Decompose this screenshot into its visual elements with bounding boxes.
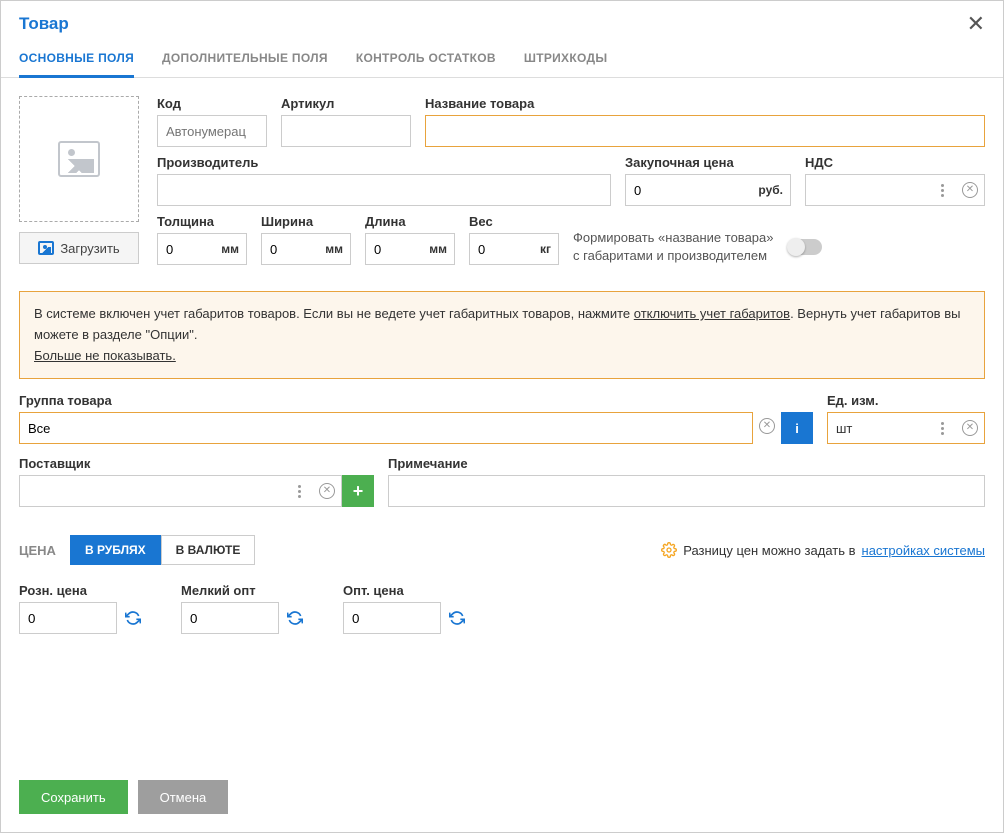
width-label: Ширина — [261, 214, 351, 229]
wholesale-input[interactable] — [343, 602, 441, 634]
tab-extra-fields[interactable]: ДОПОЛНИТЕЛЬНЫЕ ПОЛЯ — [162, 51, 328, 77]
group-label: Группа товара — [19, 393, 813, 408]
group-clear-icon[interactable]: ✕ — [753, 412, 781, 440]
upload-button[interactable]: Загрузить — [19, 232, 139, 264]
retail-input[interactable] — [19, 602, 117, 634]
small-wholesale-input[interactable] — [181, 602, 279, 634]
warning-banner: В системе включен учет габаритов товаров… — [19, 291, 985, 379]
thickness-label: Толщина — [157, 214, 247, 229]
weight-label: Вес — [469, 214, 559, 229]
length-label: Длина — [365, 214, 455, 229]
nds-clear-icon[interactable]: ✕ — [956, 176, 984, 204]
code-input[interactable] — [157, 115, 267, 147]
nds-select[interactable]: ✕ — [805, 174, 985, 206]
unit-label: Ед. изм. — [827, 393, 985, 408]
system-settings-link[interactable]: настройках системы — [862, 543, 985, 558]
small-wholesale-refresh-icon[interactable] — [287, 610, 303, 626]
tabs: ОСНОВНЫЕ ПОЛЯ ДОПОЛНИТЕЛЬНЫЕ ПОЛЯ КОНТРО… — [1, 37, 1003, 78]
supplier-label: Поставщик — [19, 456, 374, 471]
image-placeholder[interactable] — [19, 96, 139, 222]
tab-barcodes[interactable]: ШТРИХКОДЫ — [524, 51, 608, 77]
supplier-more-icon[interactable] — [285, 477, 313, 505]
unit-select[interactable]: шт ✕ — [827, 412, 985, 444]
price-tab-rub[interactable]: В РУБЛЯХ — [70, 535, 161, 565]
manufacturer-input[interactable] — [157, 174, 611, 206]
price-tab-currency[interactable]: В ВАЛЮТЕ — [161, 535, 256, 565]
gear-icon — [661, 542, 677, 558]
unit-more-icon[interactable] — [928, 414, 956, 442]
cancel-button[interactable]: Отмена — [138, 780, 229, 814]
name-label: Название товара — [425, 96, 985, 111]
supplier-clear-icon[interactable]: ✕ — [313, 477, 341, 505]
dimensions-toggle[interactable] — [788, 239, 822, 255]
add-supplier-button[interactable]: + — [342, 475, 374, 507]
nds-more-icon[interactable] — [928, 176, 956, 204]
manufacturer-label: Производитель — [157, 155, 611, 170]
name-input[interactable] — [425, 115, 985, 147]
retail-label: Розн. цена — [19, 583, 141, 598]
note-input[interactable] — [388, 475, 985, 507]
wholesale-label: Опт. цена — [343, 583, 465, 598]
unit-clear-icon[interactable]: ✕ — [956, 414, 984, 442]
close-icon[interactable]: ✕ — [967, 11, 985, 37]
group-input[interactable] — [19, 412, 753, 444]
image-icon — [58, 141, 100, 177]
article-input[interactable] — [281, 115, 411, 147]
save-button[interactable]: Сохранить — [19, 780, 128, 814]
note-label: Примечание — [388, 456, 985, 471]
retail-refresh-icon[interactable] — [125, 610, 141, 626]
purchase-label: Закупочная цена — [625, 155, 791, 170]
nds-label: НДС — [805, 155, 985, 170]
wholesale-refresh-icon[interactable] — [449, 610, 465, 626]
upload-icon — [38, 241, 54, 255]
modal-title: Товар — [19, 14, 69, 34]
supplier-select[interactable]: ✕ — [19, 475, 342, 507]
group-info-button[interactable]: i — [781, 412, 813, 444]
dismiss-warning-link[interactable]: Больше не показывать. — [34, 348, 176, 363]
small-wholesale-label: Мелкий опт — [181, 583, 303, 598]
purchase-unit: руб. — [758, 183, 783, 197]
code-label: Код — [157, 96, 267, 111]
toggle-label: Формировать «название товара»с габаритам… — [573, 229, 774, 265]
upload-label: Загрузить — [60, 241, 119, 256]
article-label: Артикул — [281, 96, 411, 111]
tab-main-fields[interactable]: ОСНОВНЫЕ ПОЛЯ — [19, 51, 134, 78]
price-label: ЦЕНА — [19, 543, 56, 558]
disable-dimensions-link[interactable]: отключить учет габаритов — [634, 306, 790, 321]
tab-stock-control[interactable]: КОНТРОЛЬ ОСТАТКОВ — [356, 51, 496, 77]
